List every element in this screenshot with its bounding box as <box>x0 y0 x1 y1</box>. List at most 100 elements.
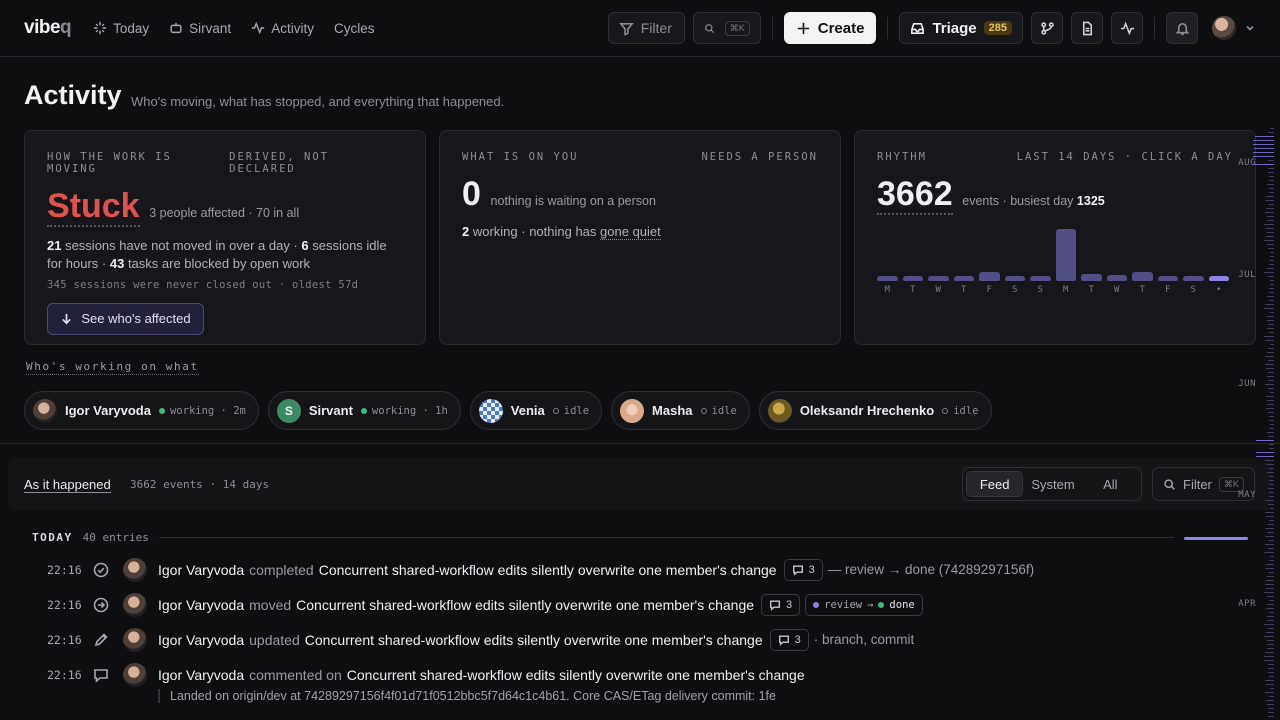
nav-activity[interactable]: Activity <box>251 21 314 36</box>
comment-icon <box>792 564 803 576</box>
toolbar: Filter ⌘K Create Triage 285 <box>607 12 1256 44</box>
nav-sirvant-label: Sirvant <box>189 20 232 36</box>
event-actor[interactable]: Igor Varyvoda <box>158 667 244 683</box>
status-headline[interactable]: Stuck <box>47 188 140 227</box>
filter-button[interactable]: Filter <box>607 12 685 44</box>
notifications-button[interactable] <box>1166 12 1198 44</box>
rhythm-day-labels: M T W T F S S M T W T F S • <box>877 285 1229 295</box>
day-divider <box>158 537 1174 538</box>
card-title: HOW THE WORK IS MOVING <box>47 151 172 175</box>
event-target-link[interactable]: Concurrent shared-workflow edits silentl… <box>319 562 777 578</box>
rhythm-bar[interactable] <box>979 271 1000 281</box>
rhythm-bar[interactable] <box>953 276 974 281</box>
see-affected-button[interactable]: See who's affected <box>47 302 204 335</box>
tab-system[interactable]: System <box>1025 471 1080 497</box>
nav-today[interactable]: Today <box>93 21 149 36</box>
timeline-tick <box>1269 420 1274 421</box>
timeline-tick <box>1268 504 1274 505</box>
rhythm-bar[interactable] <box>1081 273 1102 281</box>
card-title: RHYTHM <box>877 151 927 163</box>
document-button[interactable] <box>1071 12 1103 44</box>
feed-tabs: Feed System All <box>962 467 1142 501</box>
rhythm-bar[interactable] <box>902 276 923 281</box>
toolbar-divider <box>887 17 889 39</box>
tab-feed[interactable]: Feed <box>966 471 1024 497</box>
check-circle-icon <box>93 562 109 578</box>
feed-meta: 3662 events · 14 days <box>130 478 270 491</box>
funnel-icon <box>618 22 634 36</box>
timeline-scrubber[interactable]: AUG JUL JUN MAY APR <box>1238 128 1280 720</box>
timeline-tick <box>1265 692 1274 693</box>
section-divider <box>0 443 1280 444</box>
search-button[interactable]: ⌘K <box>692 12 761 44</box>
person-chip[interactable]: Igor Varyvoda working · 2m <box>24 391 259 430</box>
rhythm-bar[interactable] <box>1106 274 1127 281</box>
person-status: idle <box>942 405 979 417</box>
person-chip[interactable]: Oleksandr Hrechenko idle <box>758 391 992 430</box>
logo[interactable]: vibeq <box>24 17 72 39</box>
rhythm-bar[interactable] <box>1055 229 1076 281</box>
nav-sirvant[interactable]: Sirvant <box>169 21 231 36</box>
event-target-link[interactable]: Concurrent shared-workflow edits silentl… <box>296 597 754 613</box>
rhythm-bar[interactable] <box>1208 276 1229 281</box>
feed-title[interactable]: As it happened <box>24 477 111 493</box>
timeline-tick <box>1269 288 1274 289</box>
card-header: WHAT IS ON YOU NEEDS A PERSON <box>462 151 818 163</box>
timeline-tick <box>1270 688 1274 689</box>
gone-quiet-link[interactable]: gone quiet <box>600 223 661 240</box>
work-moving-card: HOW THE WORK IS MOVING DERIVED, NOT DECL… <box>24 130 426 345</box>
timeline-tick <box>1268 412 1274 413</box>
event-target-link[interactable]: Concurrent shared-workflow edits silentl… <box>347 667 805 683</box>
nav-cycles[interactable]: Cycles <box>334 21 375 36</box>
person-chip[interactable]: Masha idle <box>611 391 750 430</box>
event-actor[interactable]: Igor Varyvoda <box>158 562 244 578</box>
timeline-tick <box>1267 604 1274 605</box>
timeline-tick <box>1264 308 1274 309</box>
create-button[interactable]: Create <box>783 12 877 44</box>
timeline-tick <box>1267 640 1274 641</box>
rhythm-bar[interactable] <box>1004 276 1025 281</box>
user-menu[interactable] <box>1212 16 1256 40</box>
feed-event[interactable]: 22:16 Igor Varyvoda updated Concurrent s… <box>0 622 1240 657</box>
rhythm-day-label: S <box>1037 285 1043 295</box>
rhythm-bar[interactable] <box>877 276 898 281</box>
event-target-link[interactable]: Concurrent shared-workflow edits silentl… <box>305 632 763 648</box>
activity-button[interactable] <box>1111 12 1143 44</box>
branch-button[interactable] <box>1031 12 1063 44</box>
feed-event[interactable]: 22:16 Igor Varyvoda moved Concurrent sha… <box>0 587 1240 622</box>
timeline-tick <box>1270 284 1274 285</box>
pulse-icon <box>1120 21 1134 35</box>
card-header: RHYTHM LAST 14 DAYS · CLICK A DAY <box>877 151 1233 163</box>
timeline-tick <box>1253 144 1274 145</box>
timeline-tick <box>1268 248 1274 249</box>
person-chip[interactable]: Venia idle <box>469 391 603 430</box>
rhythm-bar[interactable] <box>1132 271 1153 281</box>
timeline-tick <box>1268 488 1274 489</box>
event-actor[interactable]: Igor Varyvoda <box>158 632 244 648</box>
feed-event[interactable]: 22:16 Igor Varyvoda completed Concurrent… <box>0 552 1240 587</box>
rhythm-bar[interactable] <box>1183 276 1204 281</box>
avatar <box>33 398 57 423</box>
rhythm-bar[interactable] <box>1030 276 1051 281</box>
tab-all[interactable]: All <box>1083 471 1138 497</box>
rhythm-bar[interactable] <box>928 276 949 281</box>
timeline-tick <box>1269 476 1274 477</box>
timeline-tick <box>1267 472 1274 473</box>
timeline-tick <box>1265 584 1274 585</box>
timeline-tick <box>1264 592 1274 593</box>
comment-count-chip[interactable]: 3 <box>769 628 809 651</box>
timeline-tick <box>1269 260 1274 261</box>
event-actor[interactable]: Igor Varyvoda <box>158 597 244 613</box>
timeline-tick <box>1264 224 1274 225</box>
who-section-title: Who's working on what <box>26 360 199 375</box>
feed-event[interactable]: 22:16 Igor Varyvoda commented on Concurr… <box>0 657 1240 692</box>
timeline-tick <box>1268 712 1274 713</box>
rhythm-bar[interactable] <box>1157 276 1178 281</box>
triage-button[interactable]: Triage 285 <box>899 12 1023 44</box>
comment-count-chip[interactable]: 3 <box>783 558 823 581</box>
timeline-tick <box>1269 492 1274 493</box>
timeline-tick <box>1268 708 1274 709</box>
person-chip[interactable]: S Sirvant working · 1h <box>267 391 461 430</box>
timeline-tick <box>1269 292 1274 293</box>
comment-count-chip[interactable]: 3 <box>761 593 801 616</box>
